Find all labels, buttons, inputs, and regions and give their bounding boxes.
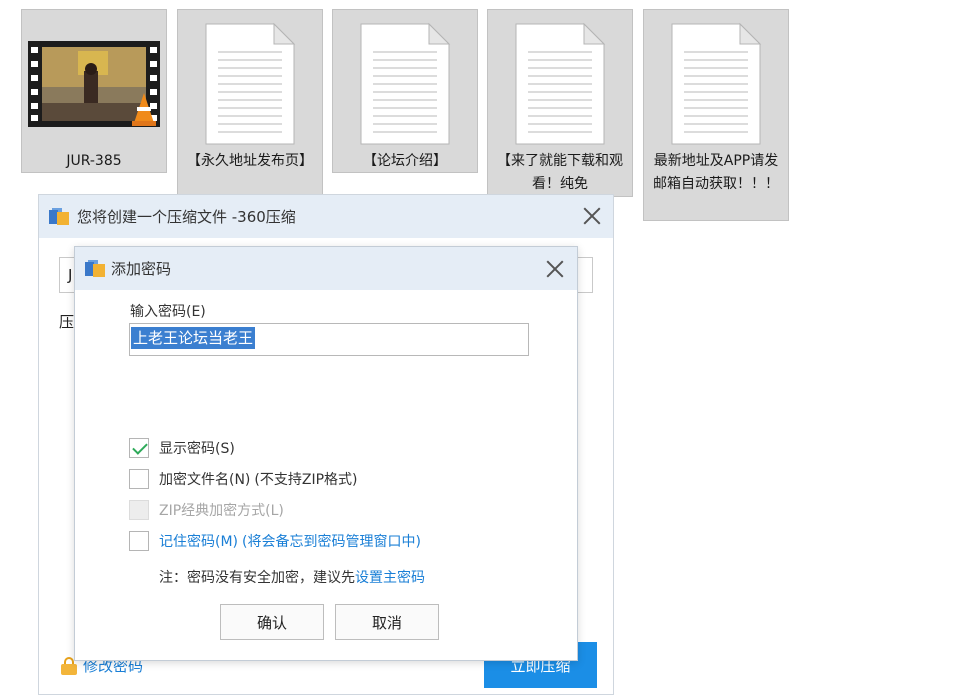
document-thumbnail — [333, 18, 477, 150]
document-file-icon — [671, 22, 762, 145]
dialog-titlebar[interactable]: 添加密码 — [75, 247, 577, 290]
zip-classic-checkbox — [129, 500, 149, 520]
file-name: 【来了就能下载和观看！纯免 — [497, 153, 623, 192]
encrypt-filenames-checkbox[interactable] — [129, 469, 149, 489]
encrypt-filenames-hint: (不支持ZIP格式) — [254, 472, 358, 488]
remember-password-hint: (将会备忘到密码管理窗口中) — [242, 534, 421, 550]
file-tile-video[interactable]: JUR-385 — [21, 9, 167, 173]
file-tile-document[interactable]: 【来了就能下载和观看！纯免 — [487, 9, 633, 197]
show-password-checkbox[interactable] — [129, 438, 149, 458]
zip-classic-label: ZIP经典加密方式(L) — [159, 503, 284, 519]
remember-password-label: 记住密码(M) — [159, 534, 239, 550]
file-name: JUR-385 — [66, 153, 122, 169]
encrypt-filenames-option[interactable]: 加密文件名(N) (不支持ZIP格式) — [129, 469, 358, 489]
document-file-icon — [515, 22, 606, 145]
zip-classic-option: ZIP经典加密方式(L) — [129, 500, 284, 520]
video-thumbnail — [22, 18, 166, 150]
close-icon[interactable] — [545, 259, 565, 279]
close-icon[interactable] — [582, 206, 602, 226]
file-tile-document[interactable]: 最新地址及APP请发邮箱自动获取！！！ — [643, 9, 789, 221]
file-name: 【永久地址发布页】 — [187, 153, 313, 169]
document-thumbnail — [488, 18, 632, 150]
set-master-password-link[interactable]: 设置主密码 — [355, 570, 425, 586]
360zip-app-icon — [49, 207, 69, 226]
file-name: 最新地址及APP请发邮箱自动获取！！！ — [653, 153, 779, 192]
note-text: 注：密码没有安全加密，建议先 — [159, 570, 355, 586]
document-thumbnail — [178, 18, 322, 150]
dialog-title: 添加密码 — [111, 260, 172, 278]
remember-password-checkbox[interactable] — [129, 531, 149, 551]
document-file-icon — [205, 22, 296, 145]
file-tile-document[interactable]: 【永久地址发布页】 — [177, 9, 323, 197]
file-name: 【论坛介绍】 — [363, 153, 447, 169]
password-input[interactable]: 上老王论坛当老王 — [129, 323, 529, 356]
compress-option-label: 压 — [59, 313, 75, 331]
remember-password-option[interactable]: 记住密码(M) (将会备忘到密码管理窗口中) — [129, 531, 421, 551]
password-label: 输入密码(E) — [130, 304, 206, 320]
compress-window-titlebar[interactable]: 您将创建一个压缩文件 -360压缩 — [39, 195, 613, 238]
add-password-dialog: 添加密码 输入密码(E) 上老王论坛当老王 显示密码(S) 加密文件名(N) (… — [74, 246, 578, 661]
file-tile-document[interactable]: 【论坛介绍】 — [332, 9, 478, 173]
security-note: 注：密码没有安全加密，建议先设置主密码 — [159, 567, 425, 587]
show-password-label: 显示密码(S) — [159, 441, 235, 457]
ok-button[interactable]: 确认 — [220, 604, 324, 640]
document-thumbnail — [644, 18, 788, 150]
360zip-app-icon — [85, 259, 105, 278]
password-value: 上老王论坛当老王 — [131, 327, 256, 349]
video-file-icon — [28, 41, 160, 127]
encrypt-filenames-label: 加密文件名(N) — [159, 472, 251, 488]
document-file-icon — [360, 22, 451, 145]
window-title: 您将创建一个压缩文件 -360压缩 — [77, 208, 296, 226]
cancel-button[interactable]: 取消 — [335, 604, 439, 640]
show-password-option[interactable]: 显示密码(S) — [129, 438, 235, 458]
